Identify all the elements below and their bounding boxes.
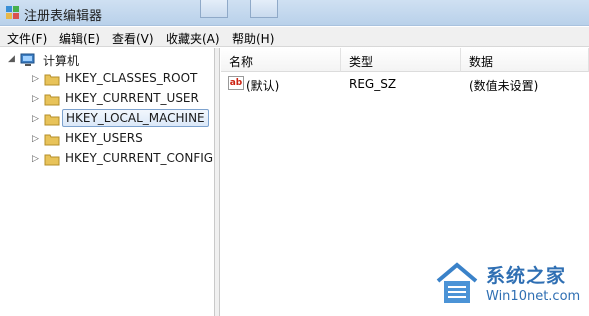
menu-view[interactable]: 查看(V) (112, 30, 154, 47)
house-logo-icon (436, 262, 478, 303)
collapse-arrow-icon[interactable]: ◢ (8, 52, 18, 66)
tree-root-label: 计算机 (43, 54, 80, 68)
menu-bar: 文件(F) 编辑(E) 查看(V) 收藏夹(A) 帮助(H) (0, 27, 589, 47)
tree-item-label: HKEY_USERS (65, 131, 143, 145)
column-header-type[interactable]: 类型 (341, 48, 461, 72)
value-type: REG_SZ (349, 77, 397, 91)
menu-favorites[interactable]: 收藏夹(A) (166, 30, 220, 47)
value-data: (数值未设置) (469, 79, 539, 93)
pane-splitter[interactable] (215, 48, 220, 316)
registry-tree[interactable]: ◢ 计算机 ▷ HKEY_CLASSES_ROOT ▷ HKEY_CURRENT… (0, 48, 215, 316)
expand-arrow-icon[interactable]: ▷ (32, 72, 42, 86)
maximize-button[interactable] (250, 0, 278, 18)
list-row-default[interactable]: ab (默认) REG_SZ (数值未设置) (221, 74, 589, 94)
menu-help[interactable]: 帮助(H) (232, 30, 274, 47)
watermark-subtitle: Win10net.com (486, 289, 581, 304)
column-header-label: 名称 (229, 55, 254, 69)
watermark-title: 系统之家 (486, 265, 567, 287)
folder-icon (44, 74, 60, 86)
tree-item-label: HKEY_CURRENT_CONFIG (65, 151, 214, 165)
expand-arrow-icon[interactable]: ▷ (32, 112, 42, 126)
tree-item-label: HKEY_CLASSES_ROOT (65, 71, 198, 85)
folder-icon (44, 134, 60, 146)
expand-arrow-icon[interactable]: ▷ (32, 152, 42, 166)
value-name: (默认) (246, 79, 280, 93)
folder-icon (44, 154, 60, 166)
menu-file[interactable]: 文件(F) (7, 30, 47, 47)
regedit-app-icon (6, 6, 19, 19)
watermark: 系统之家 Win10net.com (432, 255, 587, 313)
tree-item-label: HKEY_CURRENT_USER (65, 91, 199, 105)
window-title: 注册表编辑器 (24, 9, 103, 24)
column-header-label: 类型 (349, 55, 374, 69)
column-header-label: 数据 (469, 55, 494, 69)
column-header-name[interactable]: 名称 (221, 48, 341, 72)
tree-item-label: HKEY_LOCAL_MACHINE (62, 109, 209, 127)
ab-string-icon: ab (228, 76, 244, 90)
expand-arrow-icon[interactable]: ▷ (32, 92, 42, 106)
expand-arrow-icon[interactable]: ▷ (32, 132, 42, 146)
folder-icon (44, 94, 60, 106)
title-bar: 注册表编辑器 (0, 0, 589, 26)
computer-icon (20, 53, 35, 66)
folder-icon (44, 114, 60, 126)
menu-edit[interactable]: 编辑(E) (59, 30, 100, 47)
column-header-data[interactable]: 数据 (461, 48, 589, 72)
minimize-button[interactable] (200, 0, 228, 18)
